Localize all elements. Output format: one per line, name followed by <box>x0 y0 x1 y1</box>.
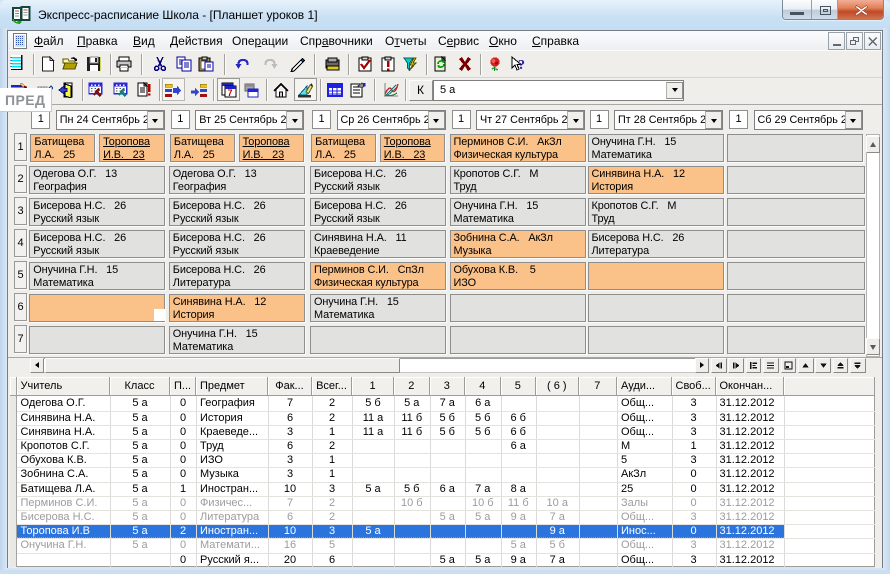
svg-text:7: 7 <box>228 88 233 98</box>
svg-text:?: ? <box>518 58 525 72</box>
